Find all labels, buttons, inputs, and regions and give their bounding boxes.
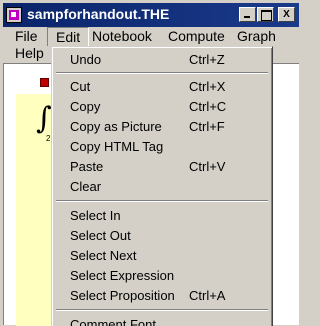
menu-item-select-in[interactable]: Select In [52,206,272,226]
maximize-button[interactable] [257,7,274,22]
menu-item-clear[interactable]: Clear [52,177,272,197]
menu-file[interactable]: File [15,28,38,44]
menu-item-copy-as-picture[interactable]: Copy as Picture Ctrl+F [52,117,272,137]
menu-item-select-expression[interactable]: Select Expression [52,266,272,286]
title-bar[interactable]: sampforhandout.THE X [3,3,299,27]
menu-item-select-out[interactable]: Select Out [52,226,272,246]
app-icon[interactable] [6,7,22,23]
menu-notebook[interactable]: Notebook [92,28,152,44]
cell-marker-icon[interactable] [40,78,49,87]
menu-item-cut[interactable]: Cut Ctrl+X [52,77,272,97]
menu-separator [56,309,268,311]
window-title: sampforhandout.THE [27,6,170,22]
minimize-button[interactable] [239,7,256,22]
menu-separator [56,72,268,74]
integral-subscript: 2 [46,134,51,143]
app-window: sampforhandout.THE X File Edit Notebook … [0,0,300,326]
menu-item-undo[interactable]: Undo Ctrl+Z [52,50,272,70]
menu-item-paste[interactable]: Paste Ctrl+V [52,157,272,177]
menu-item-select-proposition[interactable]: Select Proposition Ctrl+A [52,286,272,306]
menu-separator [56,200,268,202]
menu-graph[interactable]: Graph [237,28,276,44]
menu-item-copy-html-tag[interactable]: Copy HTML Tag [52,137,272,157]
edit-dropdown-menu: Undo Ctrl+Z Cut Ctrl+X Copy Ctrl+C Copy … [51,46,273,326]
menu-edit[interactable]: Edit [47,27,90,46]
menu-item-copy[interactable]: Copy Ctrl+C [52,97,272,117]
menu-item-comment-font[interactable]: Comment Font [52,315,272,326]
integral-symbol: ∫ [36,101,52,136]
menu-help[interactable]: Help [15,45,44,61]
menu-item-select-next[interactable]: Select Next [52,246,272,266]
close-button[interactable]: X [278,7,295,22]
menu-compute[interactable]: Compute [168,28,225,44]
